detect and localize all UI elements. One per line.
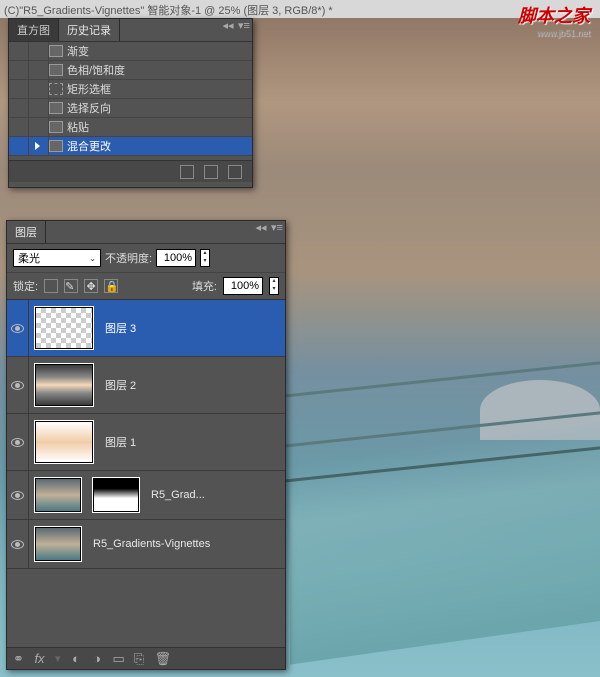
marquee-icon <box>49 83 63 95</box>
history-item[interactable]: 混合更改 <box>9 137 252 156</box>
blend-icon <box>49 140 63 152</box>
mask-thumbnail[interactable] <box>93 478 139 512</box>
panel-menu-icon[interactable]: ▾≡ <box>269 221 285 243</box>
history-label: 混合更改 <box>63 138 111 154</box>
history-brush-col <box>29 42 49 61</box>
history-item[interactable]: 矩形选框 <box>9 80 252 99</box>
history-footer <box>9 160 252 182</box>
snapshot-icon[interactable] <box>204 165 218 179</box>
fill-input[interactable]: 100% <box>223 277 263 295</box>
visibility-toggle[interactable] <box>7 414 29 470</box>
gradient-icon <box>49 45 63 57</box>
layer-name: 图层 2 <box>99 377 136 393</box>
new-layer-icon[interactable]: ⎘ <box>134 651 145 667</box>
lock-pixels-icon[interactable]: ✎ <box>64 279 78 293</box>
layers-footer: ⚭ fx▾ ◐ ◑ ▭ ⎘ 🗑 <box>7 647 285 669</box>
lock-transparency-icon[interactable] <box>44 279 58 293</box>
visibility-toggle[interactable] <box>7 471 29 519</box>
layer-thumbnail[interactable] <box>35 421 93 463</box>
history-panel: 直方图 历史记录 ◂◂ ▾≡ 渐变 色相/饱和度 矩形选框 选择反向 <box>8 18 253 188</box>
eye-icon <box>11 324 24 333</box>
layers-panel: 图层 ◂◂ ▾≡ 柔光 ⌄ 不透明度: 100% ▴▾ 锁定: ✎ ✥ 🔒 填充… <box>6 220 286 670</box>
panel-menu-icon[interactable]: ▾≡ <box>236 19 252 41</box>
layer-name: R5_Gradients-Vignettes <box>87 538 210 550</box>
history-item[interactable]: 选择反向 <box>9 99 252 118</box>
eye-icon <box>11 438 24 447</box>
layer-row[interactable]: R5_Grad... <box>7 471 285 520</box>
watermark: 脚本之家 www.jb51.net <box>518 2 590 38</box>
history-label: 色相/饱和度 <box>63 62 125 78</box>
tab-histogram[interactable]: 直方图 <box>9 19 59 41</box>
layer-thumbnail[interactable] <box>35 478 81 512</box>
layer-row[interactable]: 图层 2 <box>7 357 285 414</box>
layer-thumbnail[interactable] <box>35 364 93 406</box>
inverse-icon <box>49 102 63 114</box>
visibility-toggle[interactable] <box>7 357 29 413</box>
layer-row[interactable]: 图层 3 <box>7 300 285 357</box>
layer-row[interactable]: 图层 1 <box>7 414 285 471</box>
document-title-bar: (C)"R5_Gradients-Vignettes" 智能对象-1 @ 25%… <box>0 0 600 18</box>
layers-lock-row: 锁定: ✎ ✥ 🔒 填充: 100% ▴▾ <box>7 273 285 300</box>
panel-collapse-icon[interactable]: ◂◂ <box>220 19 236 41</box>
eye-icon <box>11 381 24 390</box>
opacity-stepper[interactable]: ▴▾ <box>200 249 210 267</box>
history-label: 矩形选框 <box>63 81 111 97</box>
history-list: 渐变 色相/饱和度 矩形选框 选择反向 粘贴 混合更改 <box>9 42 252 160</box>
fill-stepper[interactable]: ▴▾ <box>269 277 279 295</box>
opacity-label: 不透明度: <box>105 250 152 266</box>
eye-icon <box>11 491 24 500</box>
history-item[interactable]: 渐变 <box>9 42 252 61</box>
new-document-icon[interactable] <box>180 165 194 179</box>
layers-tabs: 图层 ◂◂ ▾≡ <box>7 221 285 244</box>
layer-name: 图层 1 <box>99 434 136 450</box>
fill-label: 填充: <box>192 278 217 294</box>
paste-icon <box>49 121 63 133</box>
history-tabs: 直方图 历史记录 ◂◂ ▾≡ <box>9 19 252 42</box>
history-label: 渐变 <box>63 43 89 59</box>
lock-all-icon[interactable]: 🔒 <box>104 279 118 293</box>
adjustment-icon[interactable]: ◑ <box>92 651 103 667</box>
history-snapshot-col <box>9 42 29 61</box>
watermark-title: 脚本之家 <box>518 2 590 28</box>
layer-list: 图层 3 图层 2 图层 1 R5_Grad... R5_Gradients-V… <box>7 300 285 569</box>
history-item[interactable]: 粘贴 <box>9 118 252 137</box>
layer-thumbnail[interactable] <box>35 307 93 349</box>
group-icon[interactable]: ▭ <box>113 651 124 667</box>
history-item[interactable]: 色相/饱和度 <box>9 61 252 80</box>
layer-row[interactable]: R5_Gradients-Vignettes <box>7 520 285 569</box>
visibility-toggle[interactable] <box>7 300 29 356</box>
layer-name: 图层 3 <box>99 320 136 336</box>
fx-icon[interactable]: fx <box>34 651 45 667</box>
blend-mode-dropdown[interactable]: 柔光 ⌄ <box>13 249 101 267</box>
tab-layers[interactable]: 图层 <box>7 221 46 243</box>
trash-icon[interactable] <box>228 165 242 179</box>
link-icon[interactable]: ⚭ <box>13 651 24 667</box>
tab-history[interactable]: 历史记录 <box>59 19 120 41</box>
visibility-toggle[interactable] <box>7 520 29 568</box>
trash-icon[interactable]: 🗑 <box>155 651 166 667</box>
opacity-input[interactable]: 100% <box>156 249 196 267</box>
history-label: 选择反向 <box>63 100 111 116</box>
layer-thumbnail[interactable] <box>35 527 81 561</box>
lock-label: 锁定: <box>13 278 38 294</box>
hue-sat-icon <box>49 64 63 76</box>
spacer <box>120 19 220 41</box>
chevron-down-icon: ⌄ <box>89 254 96 263</box>
eye-icon <box>11 540 24 549</box>
current-marker-icon <box>35 142 40 150</box>
layer-name: R5_Grad... <box>145 489 205 501</box>
lock-position-icon[interactable]: ✥ <box>84 279 98 293</box>
history-label: 粘贴 <box>63 119 89 135</box>
blend-mode-value: 柔光 <box>18 250 40 266</box>
panel-collapse-icon[interactable]: ◂◂ <box>253 221 269 243</box>
watermark-url: www.jb51.net <box>518 28 590 38</box>
layers-options-row: 柔光 ⌄ 不透明度: 100% ▴▾ <box>7 244 285 273</box>
mask-icon[interactable]: ◐ <box>71 651 82 667</box>
